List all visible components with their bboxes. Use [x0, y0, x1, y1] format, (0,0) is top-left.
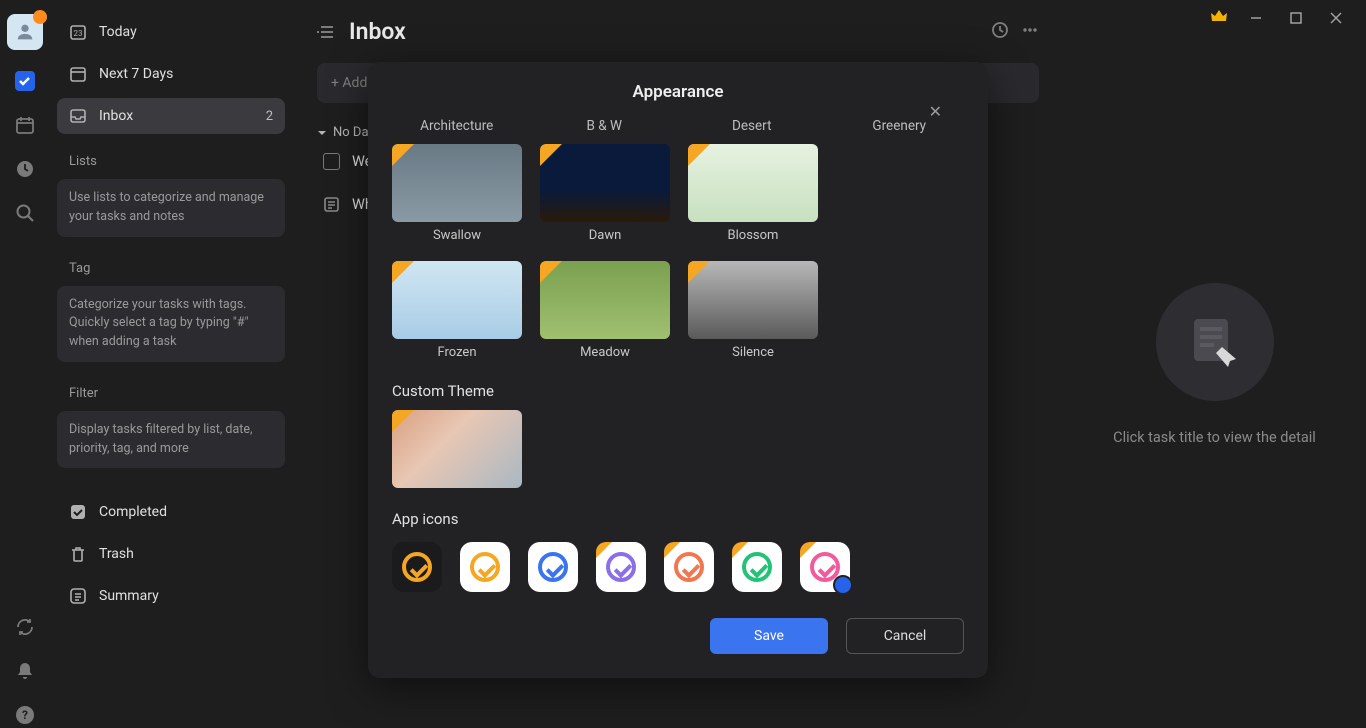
- sidebar-item-label: Summary: [99, 588, 159, 604]
- close-button[interactable]: [1324, 5, 1348, 32]
- close-icon[interactable]: ✕: [929, 102, 942, 121]
- detail-pane: Click task title to view the detail: [1063, 0, 1366, 728]
- sync-icon[interactable]: [12, 614, 38, 640]
- svg-text:23: 23: [74, 29, 83, 38]
- appearance-modal-overlay: Appearance ✕ Architecture B & W Desert G…: [293, 0, 1063, 728]
- calendar-day-icon: 23: [69, 23, 87, 41]
- app-icon-option-2[interactable]: [528, 542, 578, 592]
- theme-cat[interactable]: Desert: [687, 118, 817, 134]
- detail-hint: Click task title to view the detail: [1113, 429, 1316, 446]
- theme-label: Silence: [688, 345, 818, 360]
- theme-cat[interactable]: Architecture: [392, 118, 522, 134]
- tag-header: Tag: [57, 247, 285, 280]
- summary-icon: [69, 587, 87, 605]
- sidebar-item-label: Completed: [99, 504, 167, 520]
- sidebar-item-label: Inbox: [99, 108, 133, 124]
- sidebar-item-next7[interactable]: Next 7 Days: [57, 56, 285, 92]
- theme-category-row: Architecture B & W Desert Greenery: [392, 118, 964, 134]
- main: Inbox + Add t No Date Welc Wha Appearanc…: [293, 0, 1366, 728]
- cancel-button[interactable]: Cancel: [846, 618, 964, 654]
- help-icon[interactable]: ?: [12, 702, 38, 728]
- window-titlebar: [1192, 0, 1366, 36]
- list-pane: Inbox + Add t No Date Welc Wha Appearanc…: [293, 0, 1063, 728]
- theme-label: Swallow: [392, 228, 522, 243]
- theme-tile-blossom[interactable]: Blossom: [688, 144, 818, 243]
- custom-theme-tile[interactable]: [392, 410, 522, 488]
- sidebar-item-label: Next 7 Days: [99, 66, 173, 82]
- svg-text:?: ?: [22, 708, 28, 722]
- theme-label: Dawn: [540, 228, 670, 243]
- theme-cat[interactable]: Greenery: [835, 118, 965, 134]
- sidebar-item-label: Trash: [99, 546, 134, 562]
- theme-label: Meadow: [540, 345, 670, 360]
- maximize-button[interactable]: [1284, 5, 1308, 32]
- check-box-icon: [69, 503, 87, 521]
- app-icon-option-5[interactable]: [732, 542, 782, 592]
- filter-header: Filter: [57, 372, 285, 405]
- sidebar-item-summary[interactable]: Summary: [57, 578, 285, 614]
- avatar[interactable]: [7, 14, 43, 50]
- theme-tile-swallow[interactable]: Swallow: [392, 144, 522, 243]
- inbox-count: 2: [266, 109, 273, 124]
- sidebar-item-label: Today: [99, 24, 137, 40]
- theme-tile-meadow[interactable]: Meadow: [540, 261, 670, 360]
- tasks-icon[interactable]: [12, 68, 38, 94]
- theme-label: Frozen: [392, 345, 522, 360]
- empty-illustration: [1156, 283, 1274, 401]
- lists-hint: Use lists to categorize and manage your …: [57, 179, 285, 237]
- save-button[interactable]: Save: [710, 618, 828, 654]
- sidebar-item-today[interactable]: 23 Today: [57, 14, 285, 50]
- theme-label: Blossom: [688, 228, 818, 243]
- modal-title: Appearance: [392, 82, 964, 102]
- bell-icon[interactable]: [12, 658, 38, 684]
- theme-grid: Swallow Dawn Blossom Frozen Meadow Silence: [392, 144, 964, 360]
- custom-theme-header: Custom Theme: [392, 382, 964, 400]
- sidebar-item-trash[interactable]: Trash: [57, 536, 285, 572]
- minimize-button[interactable]: [1244, 5, 1268, 32]
- theme-tile-frozen[interactable]: Frozen: [392, 261, 522, 360]
- calendar-icon[interactable]: [12, 112, 38, 138]
- tag-hint: Categorize your tasks with tags. Quickly…: [57, 286, 285, 362]
- clock-icon[interactable]: [12, 156, 38, 182]
- calendar-week-icon: [69, 65, 87, 83]
- theme-cat[interactable]: B & W: [540, 118, 670, 134]
- search-icon[interactable]: [12, 200, 38, 226]
- app-icon-row: [392, 542, 964, 592]
- app-icons-header: App icons: [392, 510, 964, 528]
- nav-rail: ?: [0, 0, 49, 728]
- premium-crown-icon[interactable]: [1210, 7, 1228, 29]
- app-icon-option-4[interactable]: [664, 542, 714, 592]
- filter-hint: Display tasks filtered by list, date, pr…: [57, 411, 285, 469]
- sidebar-item-completed[interactable]: Completed: [57, 494, 285, 530]
- appearance-modal: Appearance ✕ Architecture B & W Desert G…: [368, 62, 988, 678]
- inbox-icon: [69, 107, 87, 125]
- theme-tile-dawn[interactable]: Dawn: [540, 144, 670, 243]
- app-icon-option-3[interactable]: [596, 542, 646, 592]
- sidebar-item-inbox[interactable]: Inbox 2: [57, 98, 285, 134]
- app-icon-option-1[interactable]: [460, 542, 510, 592]
- trash-icon: [69, 545, 87, 563]
- lists-header: Lists: [57, 140, 285, 173]
- app-icon-option-0[interactable]: [392, 542, 442, 592]
- theme-tile-silence[interactable]: Silence: [688, 261, 818, 360]
- sidebar: 23 Today Next 7 Days Inbox 2 Lists Use l…: [49, 0, 293, 728]
- app-icon-option-6[interactable]: [800, 542, 850, 592]
